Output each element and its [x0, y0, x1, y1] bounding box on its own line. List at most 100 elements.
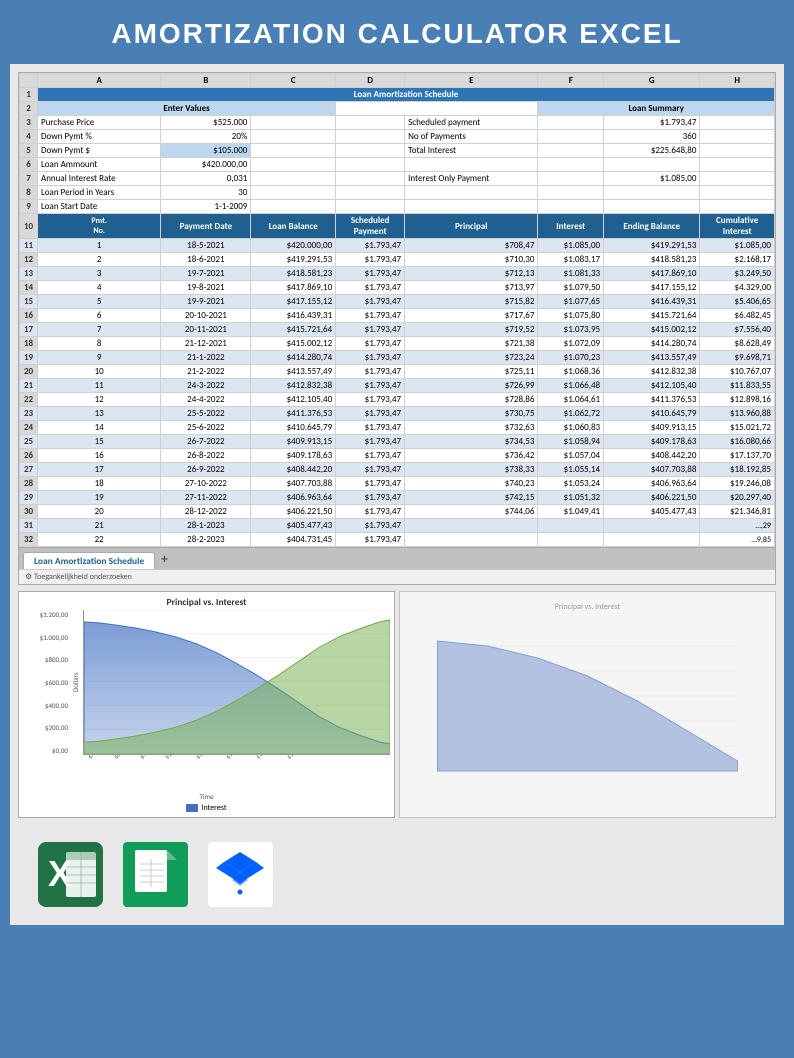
chart-container-wrapper: Principal vs. Interest $1.200,00 $1.000,…: [18, 591, 776, 818]
y-axis-label: Dollars: [71, 610, 83, 755]
col-f: F: [538, 74, 604, 88]
summary-1-label: Scheduled payment: [405, 116, 538, 130]
row-5: 5 Down Pymt $ $105.000 Total Interest $2…: [20, 144, 775, 158]
table-row: 15 519-9-2021$417.155,12$1.793,47$715,82…: [20, 295, 775, 309]
row-6: 6 Loan Ammount $420.000,00: [20, 158, 775, 172]
summary-2-value: 360: [604, 130, 700, 144]
col-header-row: A B C D E F G H: [20, 74, 775, 88]
table-header-row: 10 Pmt.No. Payment Date Loan Balance Sch…: [20, 214, 775, 239]
row-8-num: 8: [20, 186, 38, 200]
legend-interest-color: [186, 804, 198, 812]
chart-svg: [84, 610, 390, 754]
row-5-num: 5: [20, 144, 38, 158]
th-principal: Principal: [405, 214, 538, 239]
chart-svg-partial: [400, 616, 775, 776]
th-interest: Interest: [538, 214, 604, 239]
field-6-label: Loan Ammount: [38, 158, 161, 172]
x-axis-label: Time: [23, 792, 390, 801]
summary-3-value: $225.648,80: [604, 144, 700, 158]
spreadsheet-table: A B C D E F G H 1 Loan Amortization Sche…: [19, 73, 775, 547]
bottom-icons-area: X: [18, 822, 776, 917]
table-row: 24 1425-6-2022$410.645,79$1.793,47$732,6…: [20, 421, 775, 435]
th-cumulative-interest: CumulativeInterest: [700, 214, 775, 239]
add-tab-button[interactable]: +: [155, 550, 173, 569]
summary-3-label: Total Interest: [405, 144, 538, 158]
row-num-header: [20, 74, 38, 88]
row-9-num: 9: [20, 200, 38, 214]
chart-inner: $1.200,00 $1.000,00 $800,00 $600,00 $400…: [23, 610, 390, 755]
y-axis-labels: $1.200,00 $1.000,00 $800,00 $600,00 $400…: [23, 610, 71, 755]
row-8: 8 Loan Period in Years 30: [20, 186, 775, 200]
tab-loan-amortization[interactable]: Loan Amortization Schedule: [23, 552, 155, 569]
field-9-label: Loan Start Date: [38, 200, 161, 214]
table-row: 27 1726-9-2022$408.442,20$1.793,47$738,3…: [20, 463, 775, 477]
table-row: 11 118-5-2021$420.000,00$1.793,47$708,47…: [20, 239, 775, 253]
content-area: A B C D E F G H 1 Loan Amortization Sche…: [10, 64, 784, 925]
loan-summary-header: Loan Summary: [538, 102, 775, 116]
table-row: 12 218-6-2021$419.291,53$1.793,47$710,30…: [20, 253, 775, 267]
table-row: 13 319-7-2021$418.581,23$1.793,47$712,13…: [20, 267, 775, 281]
accessibility-text: ⚙ Toegankelijkheid onderzoeken: [25, 572, 132, 582]
field-5-value: $105.000: [161, 144, 251, 158]
col-d: D: [336, 74, 405, 88]
row-1: 1 Loan Amortization Schedule: [20, 88, 775, 102]
th-loan-balance: Loan Balance: [251, 214, 336, 239]
table-row: 21 1124-3-2022$412.832,38$1.793,47$726,9…: [20, 379, 775, 393]
field-8-value: 30: [161, 186, 251, 200]
row-2: 2 Enter Values Loan Summary: [20, 102, 775, 116]
row-2-empty: [336, 102, 538, 116]
field-3-label: Purchase Price: [38, 116, 161, 130]
chart-plot: [83, 610, 390, 755]
table-row: 29 1927-11-2022$406.963,64$1.793,47$742,…: [20, 491, 775, 505]
field-3-value: $525.000: [161, 116, 251, 130]
col-c: C: [251, 74, 336, 88]
table-row: 31 2128-1-2023$405.477,43$1.793,47…,29: [20, 519, 775, 533]
spreadsheet: A B C D E F G H 1 Loan Amortization Sche…: [18, 72, 776, 585]
table-row: 16 620-10-2021$416.439,31$1.793,47$717,6…: [20, 309, 775, 323]
table-row: 18 821-12-2021$415.002,12$1.793,47$721,3…: [20, 337, 775, 351]
google-sheets-icon[interactable]: [123, 842, 188, 907]
col-h: H: [700, 74, 775, 88]
col-b: B: [161, 74, 251, 88]
chart-title: Principal vs. Interest: [23, 596, 390, 608]
table-row: 14 419-8-2021$417.869,10$1.793,47$713,97…: [20, 281, 775, 295]
summary-5-label: Interest Only Payment: [405, 172, 538, 186]
sheet-title: Loan Amortization Schedule: [38, 88, 775, 102]
table-row: 32 2228-2-2023$404.731,45$1.793,47…9,85: [20, 533, 775, 547]
chart-area-partial: Principal vs. Interest: [399, 591, 776, 818]
row-6-num: 6: [20, 158, 38, 172]
legend-interest: Interest: [186, 803, 226, 813]
accessibility-bar: ⚙ Toegankelijkheid onderzoeken: [19, 569, 775, 584]
field-6-value: $420.000,00: [161, 158, 251, 172]
col-g: G: [604, 74, 700, 88]
row-7: 7 Annual Interest Rate 0,031 Interest On…: [20, 172, 775, 186]
dropbox-icon[interactable]: [208, 842, 273, 907]
field-4-value: 20%: [161, 130, 251, 144]
col-e: E: [405, 74, 538, 88]
table-row: 20 1021-2-2022$413.557,49$1.793,47$725,1…: [20, 365, 775, 379]
x-axis: $708,84 $816,08 $940,97 $1.084,59 $1.249…: [83, 755, 390, 790]
summary-5-value: $1.085,00: [604, 172, 700, 186]
table-row: 26 1626-8-2022$409.178,63$1.793,47$736,4…: [20, 449, 775, 463]
x-labels: $708,84 $816,08 $940,97 $1.084,59 $1.249…: [83, 755, 390, 763]
summary-1-value: $1.793,47: [604, 116, 700, 130]
row-3-num: 3: [20, 116, 38, 130]
th-pmt-no: Pmt.No.: [38, 214, 161, 239]
field-8-label: Loan Period in Years: [38, 186, 161, 200]
page-header: AMORTIZATION CALCULATOR EXCEL: [0, 0, 794, 64]
table-row: 28 1827-10-2022$407.703,88$1.793,47$740,…: [20, 477, 775, 491]
chart-legend: Interest: [23, 803, 390, 813]
row-3: 3 Purchase Price $525.000 Scheduled paym…: [20, 116, 775, 130]
table-row: 19 921-1-2022$414.280,74$1.793,47$723,24…: [20, 351, 775, 365]
field-7-value: 0,031: [161, 172, 251, 186]
th-payment-date: Payment Date: [161, 214, 251, 239]
summary-2-label: No of Payments: [405, 130, 538, 144]
field-7-label: Annual Interest Rate: [38, 172, 161, 186]
th-scheduled-payment: ScheduledPayment: [336, 214, 405, 239]
excel-icon[interactable]: X: [38, 842, 103, 907]
row-10-num: 10: [20, 214, 38, 239]
enter-values-header: Enter Values: [38, 102, 336, 116]
table-row: 17 720-11-2021$415.721,64$1.793,47$719,5…: [20, 323, 775, 337]
col-a: A: [38, 74, 161, 88]
row-9: 9 Loan Start Date 1-1-2009: [20, 200, 775, 214]
